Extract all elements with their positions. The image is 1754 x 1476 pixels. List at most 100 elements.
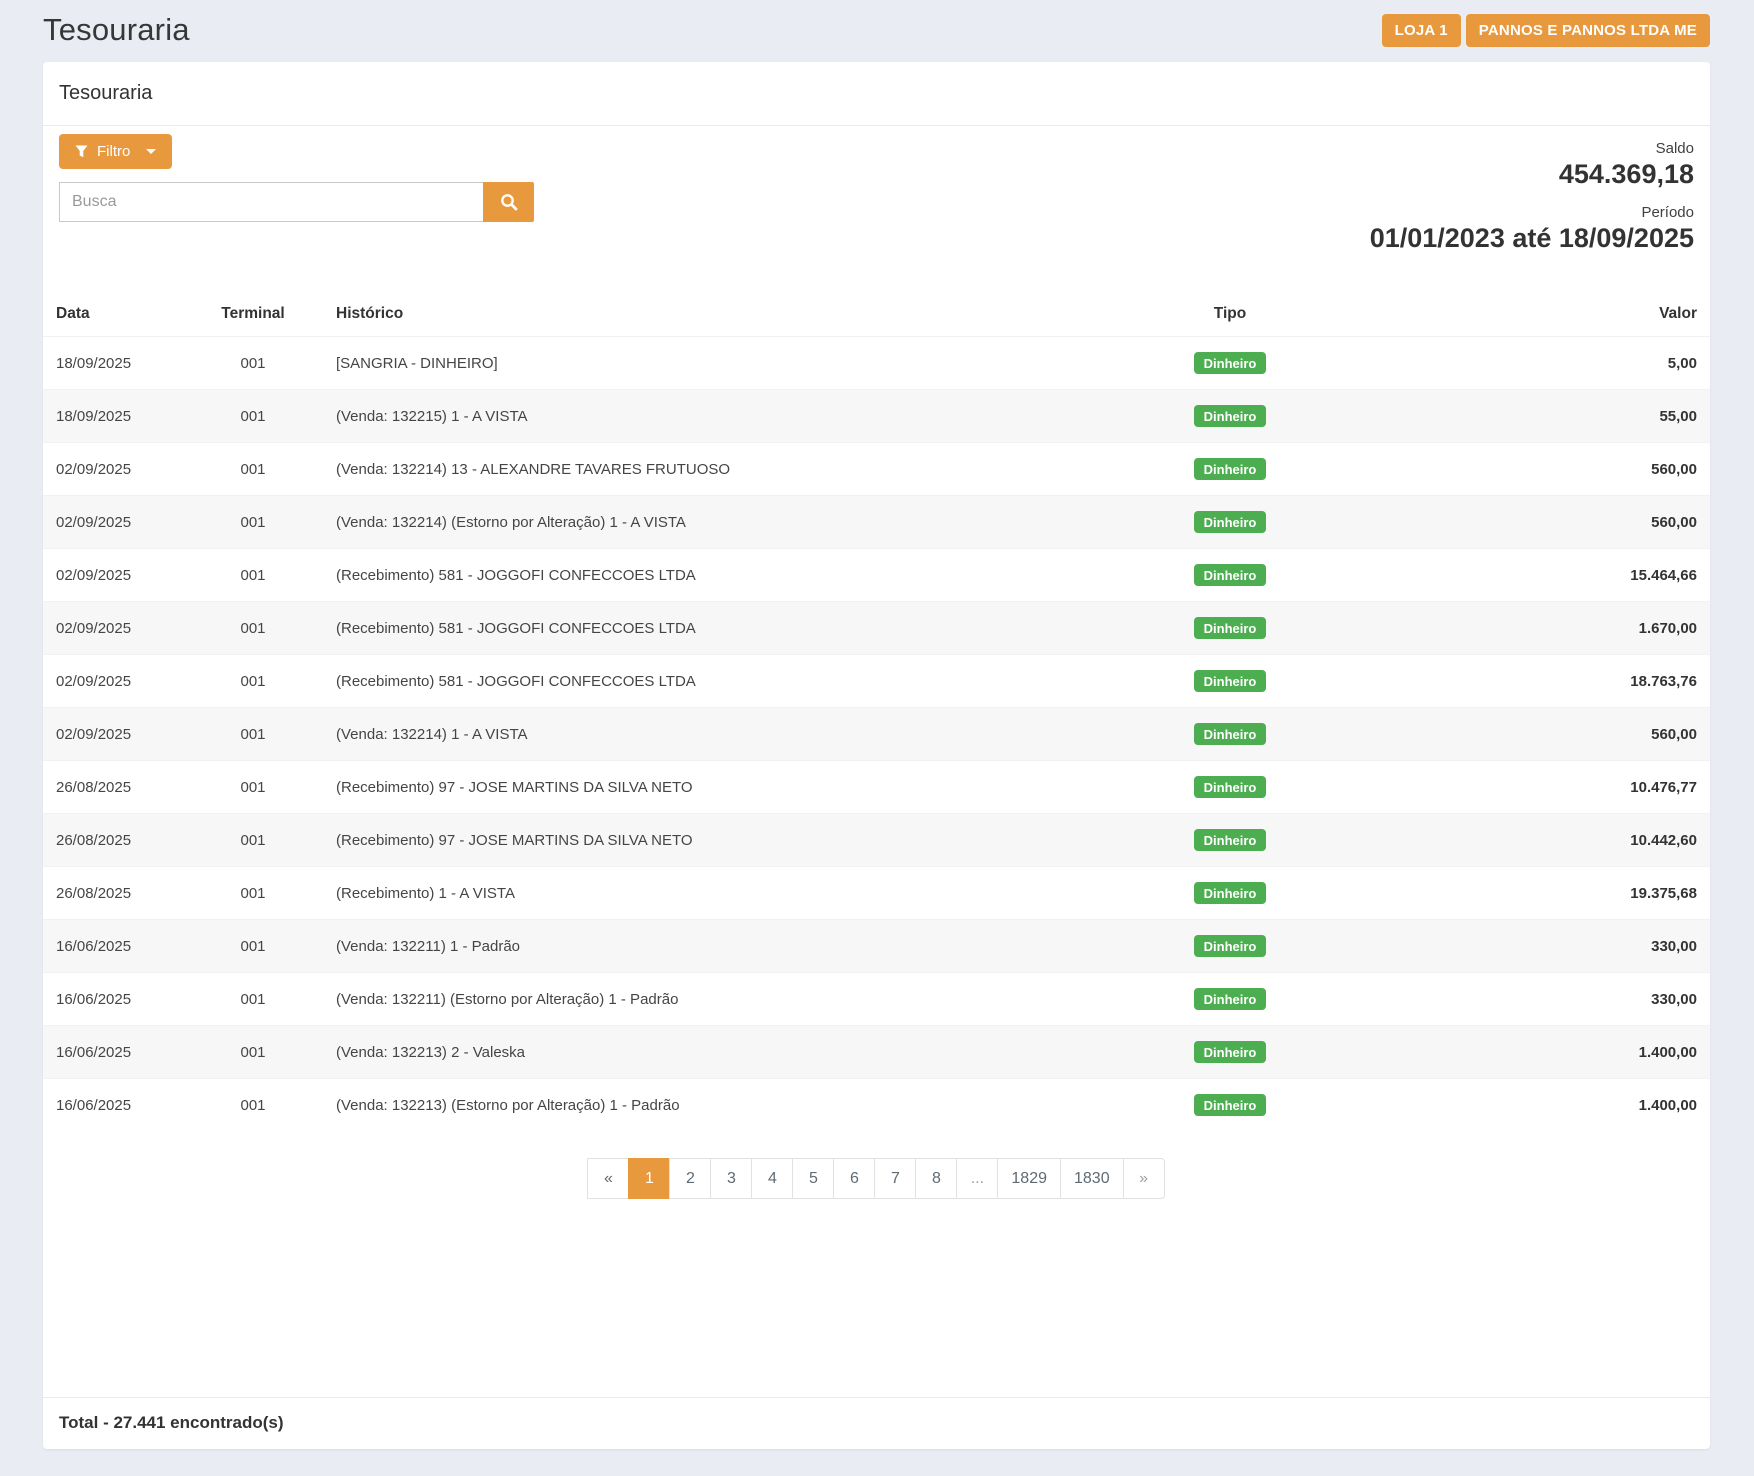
cell-data: 16/06/2025 [43,1079,183,1132]
cell-tipo: Dinheiro [1110,814,1350,867]
cell-historico: (Venda: 132214) 13 - ALEXANDRE TAVARES F… [323,443,1110,496]
cell-historico: (Venda: 132211) (Estorno por Alteração) … [323,973,1110,1026]
cell-tipo: Dinheiro [1110,443,1350,496]
cell-terminal: 001 [183,920,323,973]
summary-block: Saldo 454.369,18 Período 01/01/2023 até … [1370,134,1694,254]
tipo-badge: Dinheiro [1194,1094,1267,1116]
pagination-item[interactable]: 1 [628,1158,670,1199]
cell-tipo: Dinheiro [1110,602,1350,655]
search-input[interactable] [59,182,483,222]
magnifier-icon [500,193,518,211]
pagination-item[interactable]: 4 [751,1158,793,1199]
tipo-badge: Dinheiro [1194,405,1267,427]
cell-historico: (Recebimento) 1 - A VISTA [323,867,1110,920]
cell-terminal: 001 [183,867,323,920]
search-group [59,182,534,222]
tipo-badge: Dinheiro [1194,723,1267,745]
pagination-item[interactable]: 6 [833,1158,875,1199]
chevron-down-icon [146,149,156,154]
cell-tipo: Dinheiro [1110,390,1350,443]
periodo-value: 01/01/2023 até 18/09/2025 [1370,223,1694,254]
table-row[interactable]: 02/09/2025 001 (Venda: 132214) (Estorno … [43,496,1710,549]
pagination-item[interactable]: 7 [874,1158,916,1199]
cell-data: 02/09/2025 [43,496,183,549]
pagination: « 1 2 3 4 5 6 7 8 ... [588,1158,1164,1199]
page-title: Tesouraria [43,12,190,48]
topbar-buttons: LOJA 1 PANNOS E PANNOS LTDA ME [1382,14,1710,47]
col-header-data: Data [43,292,183,337]
tesouraria-card: Tesouraria Filtro [43,62,1710,1449]
cell-valor: 19.375,68 [1350,867,1710,920]
cell-historico: (Venda: 132214) (Estorno por Alteração) … [323,496,1110,549]
pagination-item[interactable]: 1830 [1060,1158,1124,1199]
cell-terminal: 001 [183,337,323,390]
cell-valor: 1.400,00 [1350,1026,1710,1079]
pagination-item[interactable]: « [587,1158,629,1199]
cell-tipo: Dinheiro [1110,337,1350,390]
cell-tipo: Dinheiro [1110,549,1350,602]
table-row[interactable]: 02/09/2025 001 (Recebimento) 581 - JOGGO… [43,602,1710,655]
pagination-item[interactable]: 5 [792,1158,834,1199]
cell-data: 26/08/2025 [43,814,183,867]
cell-data: 16/06/2025 [43,1026,183,1079]
cell-terminal: 001 [183,973,323,1026]
pagination-row: « 1 2 3 4 5 6 7 8 ... [43,1158,1710,1199]
cell-valor: 10.442,60 [1350,814,1710,867]
cell-tipo: Dinheiro [1110,973,1350,1026]
cell-historico: [SANGRIA - DINHEIRO] [323,337,1110,390]
cell-historico: (Venda: 132213) 2 - Valeska [323,1026,1110,1079]
table-body: 18/09/2025 001 [SANGRIA - DINHEIRO] Dinh… [43,337,1710,1132]
table-row[interactable]: 26/08/2025 001 (Recebimento) 97 - JOSE M… [43,814,1710,867]
cell-data: 02/09/2025 [43,602,183,655]
cell-valor: 5,00 [1350,337,1710,390]
funnel-icon [75,145,88,158]
pagination-item[interactable]: 3 [710,1158,752,1199]
cell-historico: (Recebimento) 581 - JOGGOFI CONFECCOES L… [323,602,1110,655]
cell-data: 02/09/2025 [43,708,183,761]
tipo-badge: Dinheiro [1194,617,1267,639]
table-row[interactable]: 02/09/2025 001 (Recebimento) 581 - JOGGO… [43,655,1710,708]
table-row[interactable]: 26/08/2025 001 (Recebimento) 1 - A VISTA… [43,867,1710,920]
table-row[interactable]: 16/06/2025 001 (Venda: 132211) 1 - Padrã… [43,920,1710,973]
topbar: Tesouraria LOJA 1 PANNOS E PANNOS LTDA M… [43,0,1710,62]
cell-tipo: Dinheiro [1110,761,1350,814]
table-row[interactable]: 02/09/2025 001 (Venda: 132214) 13 - ALEX… [43,443,1710,496]
company-button[interactable]: PANNOS E PANNOS LTDA ME [1466,14,1710,47]
pagination-item[interactable]: 8 [915,1158,957,1199]
table-row[interactable]: 18/09/2025 001 (Venda: 132215) 1 - A VIS… [43,390,1710,443]
pagination-item[interactable]: » [1123,1158,1165,1199]
filter-label: Filtro [97,143,130,160]
store-button[interactable]: LOJA 1 [1382,14,1461,47]
tipo-badge: Dinheiro [1194,988,1267,1010]
col-header-tipo: Tipo [1110,292,1350,337]
cell-valor: 330,00 [1350,920,1710,973]
search-button[interactable] [483,182,534,222]
tipo-badge: Dinheiro [1194,511,1267,533]
cell-terminal: 001 [183,390,323,443]
cell-historico: (Recebimento) 97 - JOSE MARTINS DA SILVA… [323,761,1110,814]
table-header-row: Data Terminal Histórico Tipo Valor [43,292,1710,337]
transactions-table: Data Terminal Histórico Tipo Valor 18/09… [43,292,1710,1131]
cell-terminal: 001 [183,602,323,655]
cell-historico: (Venda: 132215) 1 - A VISTA [323,390,1110,443]
pagination-item[interactable]: 2 [669,1158,711,1199]
table-row[interactable]: 02/09/2025 001 (Recebimento) 581 - JOGGO… [43,549,1710,602]
table-row[interactable]: 16/06/2025 001 (Venda: 132211) (Estorno … [43,973,1710,1026]
pagination-item[interactable]: 1829 [997,1158,1061,1199]
cell-tipo: Dinheiro [1110,920,1350,973]
bottom-spacer [43,1199,1710,1397]
table-row[interactable]: 02/09/2025 001 (Venda: 132214) 1 - A VIS… [43,708,1710,761]
tipo-badge: Dinheiro [1194,829,1267,851]
table-row[interactable]: 16/06/2025 001 (Venda: 132213) 2 - Vales… [43,1026,1710,1079]
cell-data: 16/06/2025 [43,920,183,973]
cell-historico: (Recebimento) 581 - JOGGOFI CONFECCOES L… [323,549,1110,602]
cell-terminal: 001 [183,1026,323,1079]
table-row[interactable]: 16/06/2025 001 (Venda: 132213) (Estorno … [43,1079,1710,1132]
cell-data: 02/09/2025 [43,443,183,496]
table-row[interactable]: 26/08/2025 001 (Recebimento) 97 - JOSE M… [43,761,1710,814]
cell-terminal: 001 [183,443,323,496]
filter-dropdown-button[interactable]: Filtro [59,134,172,169]
table-row[interactable]: 18/09/2025 001 [SANGRIA - DINHEIRO] Dinh… [43,337,1710,390]
tipo-badge: Dinheiro [1194,670,1267,692]
cell-valor: 55,00 [1350,390,1710,443]
